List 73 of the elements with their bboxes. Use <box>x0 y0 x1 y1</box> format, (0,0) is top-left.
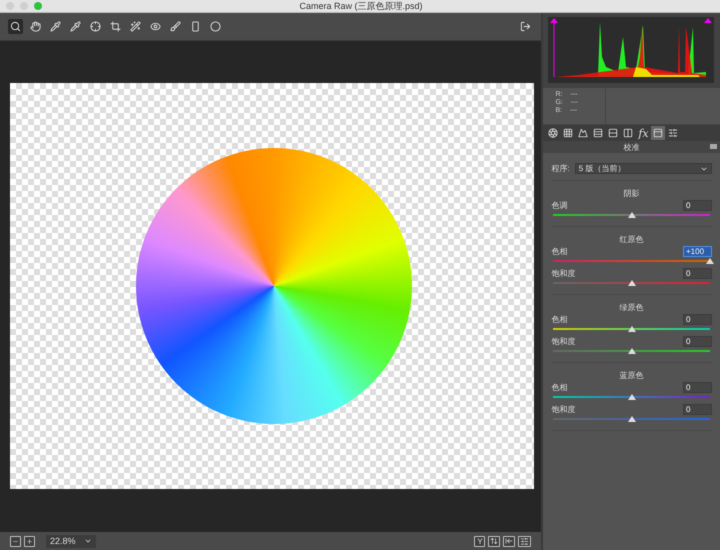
slider-label: 色相 <box>551 314 568 325</box>
slider-thumb[interactable] <box>628 212 636 218</box>
mountain-icon <box>578 128 588 138</box>
hand-icon <box>30 21 41 32</box>
slider-label: 饱和度 <box>551 336 576 347</box>
value-field[interactable]: 0 <box>683 336 712 347</box>
slider-thumb[interactable] <box>628 326 636 332</box>
panel-tab[interactable] <box>546 126 560 140</box>
eyedropper-icon <box>70 21 81 32</box>
zoom-dropdown[interactable]: 22.8% <box>46 534 96 548</box>
view-button[interactable] <box>488 536 500 546</box>
panel-tab[interactable]: fx <box>636 126 650 140</box>
exit-icon <box>520 21 532 32</box>
brush-icon <box>170 21 181 32</box>
tool-button[interactable] <box>48 19 63 34</box>
section-title: 阴影 <box>624 188 640 199</box>
panel-tab[interactable] <box>576 126 590 140</box>
ellipse-icon <box>210 21 221 32</box>
split-rows-icon <box>608 128 618 138</box>
tool-button[interactable] <box>88 19 103 34</box>
value-field[interactable]: 0 <box>683 200 712 211</box>
view-button[interactable] <box>518 536 532 546</box>
value-field[interactable]: 0 <box>683 314 712 325</box>
panel-icon <box>653 128 664 138</box>
section-title: 蓝原色 <box>620 370 644 381</box>
zoom-in-button[interactable] <box>24 536 35 546</box>
process-label: 程序: <box>551 163 570 174</box>
eyedropper-icon <box>50 21 61 32</box>
arrow-left-icon <box>505 537 514 545</box>
rectangle-icon <box>190 21 201 32</box>
panel-tab[interactable] <box>651 126 666 140</box>
wand-icon <box>130 21 141 32</box>
value-field[interactable]: 0 <box>683 268 712 279</box>
zoom-out-button[interactable] <box>10 536 21 546</box>
settings-icon <box>520 536 530 546</box>
aperture-icon <box>548 128 558 138</box>
swap-icon <box>490 537 498 545</box>
search-icon <box>10 21 21 32</box>
crop-icon <box>110 21 121 32</box>
rows-icon <box>593 128 604 138</box>
window-title: Camera Raw (三原色原理.psd) <box>299 0 424 12</box>
tool-button[interactable] <box>208 19 223 34</box>
slider-label: 饱和度 <box>551 268 576 279</box>
chevron-down-icon <box>84 537 92 545</box>
slider-thumb[interactable] <box>628 416 636 422</box>
sliders-icon <box>668 128 678 138</box>
tool-button[interactable] <box>28 19 43 34</box>
tool-button[interactable] <box>128 19 143 34</box>
panel-title: 校准 <box>624 142 640 152</box>
value-field[interactable]: 0 <box>683 382 712 393</box>
tool-button[interactable] <box>68 19 83 34</box>
eye-icon <box>150 21 161 32</box>
columns-icon <box>623 128 634 138</box>
tool-button[interactable] <box>8 19 23 34</box>
slider-thumb[interactable] <box>628 348 636 354</box>
grid-icon <box>563 128 574 138</box>
value-field[interactable]: 0 <box>683 404 712 415</box>
plus-icon <box>26 538 33 544</box>
slider-label: 饱和度 <box>551 404 576 415</box>
slider-label: 色相 <box>551 246 568 257</box>
tool-button[interactable] <box>108 19 123 34</box>
section-title: 绿原色 <box>620 302 644 313</box>
slider-thumb[interactable] <box>628 280 636 286</box>
slider-thumb[interactable] <box>628 394 636 400</box>
process-dropdown[interactable]: 5 版（当前） <box>574 163 712 174</box>
tool-button[interactable] <box>168 19 183 34</box>
slider-label: 色调 <box>551 200 568 211</box>
slider-label: 色相 <box>551 382 568 393</box>
value-field[interactable]: +100 <box>683 246 712 257</box>
view-button[interactable] <box>503 536 516 546</box>
crosshair-icon <box>90 21 101 32</box>
view-button[interactable]: Y <box>474 536 486 546</box>
section-title: 红原色 <box>620 234 644 245</box>
